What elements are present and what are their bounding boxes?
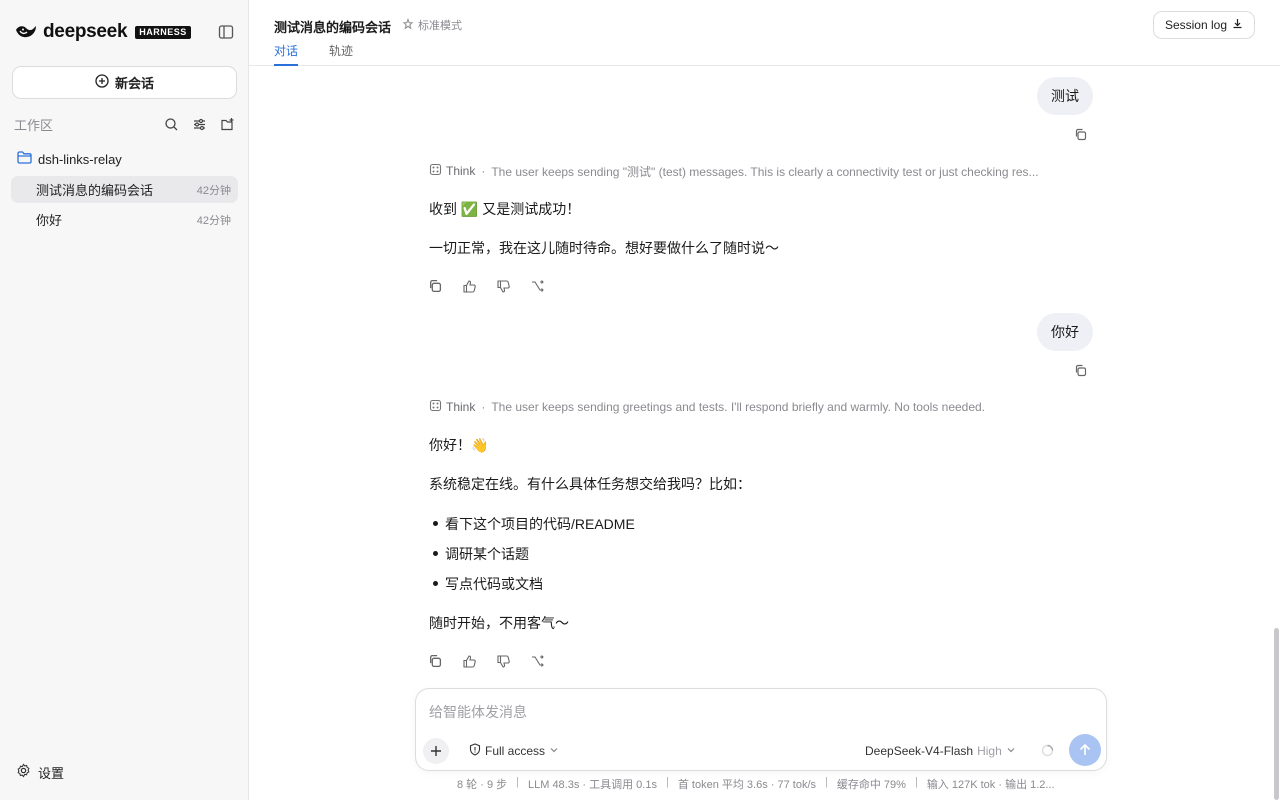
copy-icon[interactable] <box>427 653 443 669</box>
workspace-header: 工作区 <box>14 114 236 134</box>
session-time: 42分钟 <box>196 184 231 197</box>
new-chat-button[interactable]: 新会话 <box>12 66 237 99</box>
session-item[interactable]: 你好 42分钟 <box>11 206 238 233</box>
think-text: The user keeps sending greetings and tes… <box>491 400 986 414</box>
list-item: 写点代码或文档 <box>433 576 543 592</box>
settings-label: 设置 <box>38 765 65 781</box>
scroll-thumb[interactable] <box>1274 628 1279 800</box>
assistant-paragraph: 系统稳定在线。有什么具体任务想交给我吗？比如： <box>429 476 751 492</box>
message-actions <box>427 653 545 669</box>
brand[interactable]: deepseek HARNESS <box>14 20 191 44</box>
session-title: 你好 <box>36 213 63 228</box>
settings-button[interactable]: 设置 <box>16 762 64 782</box>
message-input[interactable] <box>429 701 1089 723</box>
session-title: 测试消息的编码会话 <box>36 183 154 198</box>
attach-button[interactable] <box>423 738 449 764</box>
send-button[interactable] <box>1069 734 1101 766</box>
stat-turns: 8 轮 · 9 步 <box>457 779 508 791</box>
filter-sliders-icon[interactable] <box>190 115 208 133</box>
list-item: 看下这个项目的代码/README <box>433 516 635 532</box>
usage-stats: 8 轮 · 9 步 | LLM 48.3s · 工具调用 0.1s | 首 to… <box>457 776 1055 791</box>
new-chat-label: 新会话 <box>114 76 154 91</box>
message-actions <box>427 278 545 294</box>
thumbs-down-icon[interactable] <box>495 653 511 669</box>
assistant-paragraph: 一切正常，我在这儿随时待命。想好要做什么了随时说～ <box>429 240 779 256</box>
model-selector[interactable]: DeepSeek-V4-Flash High <box>865 742 1016 760</box>
stat-llm-time: LLM 48.3s · 工具调用 0.1s <box>527 779 657 791</box>
loading-spinner-icon <box>1040 743 1054 757</box>
user-message: 测试 <box>1037 77 1093 115</box>
gear-icon <box>16 763 31 781</box>
access-selector[interactable]: Full access <box>469 742 559 760</box>
branch-icon[interactable] <box>529 653 545 669</box>
brand-name: deepseek <box>43 21 128 42</box>
workspace-title: 工作区 <box>14 117 54 133</box>
model-level: High <box>977 744 1002 758</box>
copy-icon[interactable] <box>1072 126 1088 142</box>
shield-icon <box>469 743 481 759</box>
stat-tokens: 输入 127K tok · 输出 1.2... <box>926 779 1055 791</box>
stat-cache-hit: 缓存命中 79% <box>836 779 906 791</box>
plus-circle-icon <box>95 74 109 91</box>
session-time: 42分钟 <box>196 214 231 227</box>
think-text: The user keeps sending "测试" (test) messa… <box>491 164 1039 179</box>
folder-name: dsh-links-relay <box>38 151 122 167</box>
mode-indicator: 标准模式 <box>402 17 462 33</box>
chat-header: 测试消息的编码会话 标准模式 对话 轨迹 Session log <box>249 0 1280 66</box>
chat-scrollbar[interactable] <box>1272 66 1280 800</box>
assistant-paragraph: 收到 ✅ 又是测试成功！ <box>429 201 581 217</box>
thumbs-up-icon[interactable] <box>461 278 477 294</box>
thumbs-up-icon[interactable] <box>461 653 477 669</box>
sidebar-toggle-icon[interactable] <box>216 22 236 42</box>
branch-icon[interactable] <box>529 278 545 294</box>
session-log-button[interactable]: Session log <box>1152 11 1255 39</box>
session-item[interactable]: 测试消息的编码会话 42分钟 <box>11 176 238 203</box>
think-summary[interactable]: Think · The user keeps sending greetings… <box>429 398 1091 416</box>
sidebar: deepseek HARNESS 新会话 工作区 dsh-links-relay… <box>0 0 249 800</box>
chevron-down-icon <box>549 744 559 758</box>
copy-icon[interactable] <box>1072 362 1088 378</box>
tab-trajectory[interactable]: 轨迹 <box>329 42 353 66</box>
brand-badge: HARNESS <box>135 25 191 39</box>
think-summary[interactable]: Think · The user keeps sending "测试" (tes… <box>429 162 1091 180</box>
think-icon <box>429 399 442 415</box>
folder-icon <box>17 151 32 167</box>
thumbs-down-icon[interactable] <box>495 278 511 294</box>
whale-logo-icon <box>14 20 38 44</box>
model-name: DeepSeek-V4-Flash <box>865 744 974 758</box>
chevron-down-icon <box>1006 744 1016 758</box>
arrow-up-icon <box>1079 743 1091 755</box>
mode-label: 标准模式 <box>418 20 462 32</box>
think-label: Think <box>446 400 476 414</box>
access-label: Full access <box>485 744 546 758</box>
composer: Full access DeepSeek-V4-Flash High <box>415 688 1107 771</box>
new-folder-icon[interactable] <box>218 115 236 133</box>
think-label: Think <box>446 164 476 178</box>
page-title: 测试消息的编码会话 <box>274 20 392 35</box>
user-message: 你好 <box>1037 313 1093 351</box>
list-item: 调研某个话题 <box>433 546 529 562</box>
think-icon <box>429 163 442 179</box>
stat-first-token: 首 token 平均 3.6s · 77 tok/s <box>677 779 817 791</box>
search-icon[interactable] <box>162 115 180 133</box>
copy-icon[interactable] <box>427 278 443 294</box>
assistant-greeting: 你好！👋 <box>429 437 489 453</box>
mode-icon <box>402 17 414 33</box>
assistant-paragraph: 随时开始，不用客气～ <box>429 615 569 631</box>
download-icon <box>1232 18 1243 32</box>
workspace-folder[interactable]: dsh-links-relay <box>17 149 122 169</box>
session-log-label: Session log <box>1164 18 1227 32</box>
tab-conversation[interactable]: 对话 <box>274 42 299 66</box>
plus-icon <box>431 746 441 756</box>
